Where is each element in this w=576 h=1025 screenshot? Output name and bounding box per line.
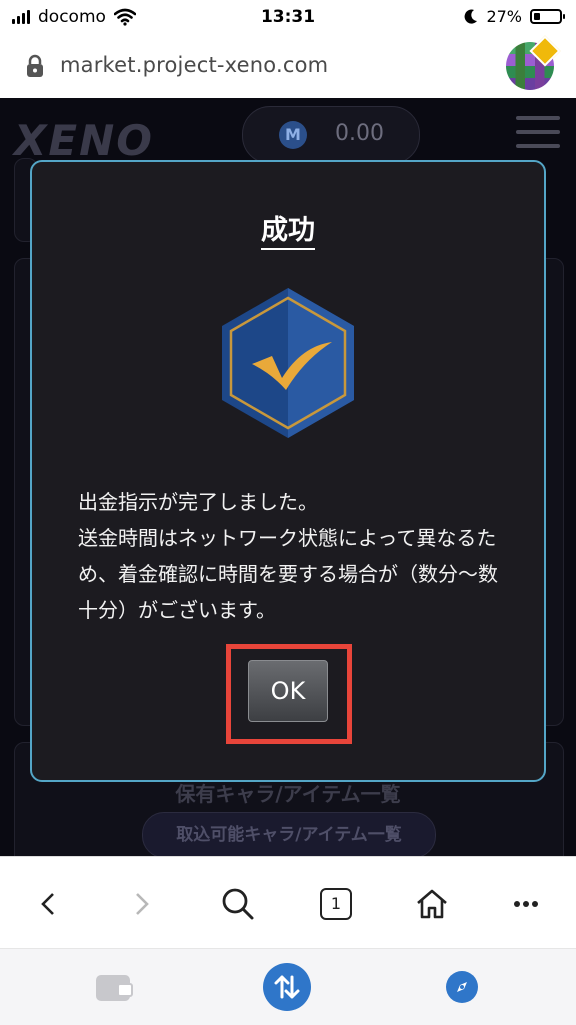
lock-icon (27, 54, 43, 77)
battery-percent: 27% (486, 7, 522, 26)
discover-button[interactable] (446, 971, 478, 1003)
status-bar: docomo 13:31 27% (0, 0, 576, 34)
swap-icon (274, 975, 300, 999)
search-button[interactable] (218, 887, 258, 921)
back-icon (41, 893, 54, 915)
back-button[interactable] (28, 887, 68, 921)
owned-items-title: 保有キャラ/アイテム一覧 (175, 782, 401, 806)
success-dialog: 成功 出金指示が完了しました。 送金時間はネットワーク状態によって異なるため、着… (30, 160, 546, 782)
importable-items-button: 取込可能キャラ/アイテム一覧 (142, 812, 436, 856)
forward-button[interactable] (122, 887, 162, 921)
status-right: 27% (464, 7, 565, 26)
moon-icon (465, 9, 478, 24)
tab-count: 1 (320, 888, 352, 920)
wallet-bottom-nav (0, 948, 576, 1025)
menu-icon[interactable] (516, 116, 560, 160)
ok-button[interactable]: OK (248, 660, 328, 722)
point-coin-icon: M (279, 121, 307, 149)
url-text[interactable]: market.project-xeno.com (60, 53, 328, 77)
wallet-icon[interactable] (96, 975, 133, 1001)
dialog-message: 出金指示が完了しました。 送金時間はネットワーク状態によって異なるため、着金確認… (78, 490, 498, 622)
dialog-title-text: 成功 (261, 215, 315, 250)
more-icon (514, 901, 538, 907)
tabs-button[interactable]: 1 (316, 887, 356, 921)
point-value: 0.00 (335, 121, 384, 146)
address-bar[interactable]: market.project-xeno.com (0, 34, 576, 99)
battery-icon (530, 9, 565, 24)
more-button[interactable] (506, 887, 546, 921)
discover-icon (457, 982, 467, 992)
home-icon (417, 889, 447, 919)
search-icon (222, 888, 254, 920)
xeno-logo: XENO (14, 116, 154, 165)
point-balance: M 0.00 (242, 106, 420, 164)
dialog-title: 成功 (32, 208, 544, 250)
home-button[interactable] (412, 887, 452, 921)
swap-button[interactable] (263, 963, 311, 1011)
browser-toolbar: 1 (0, 856, 576, 949)
success-badge-icon (222, 288, 354, 438)
forward-icon (136, 893, 149, 915)
